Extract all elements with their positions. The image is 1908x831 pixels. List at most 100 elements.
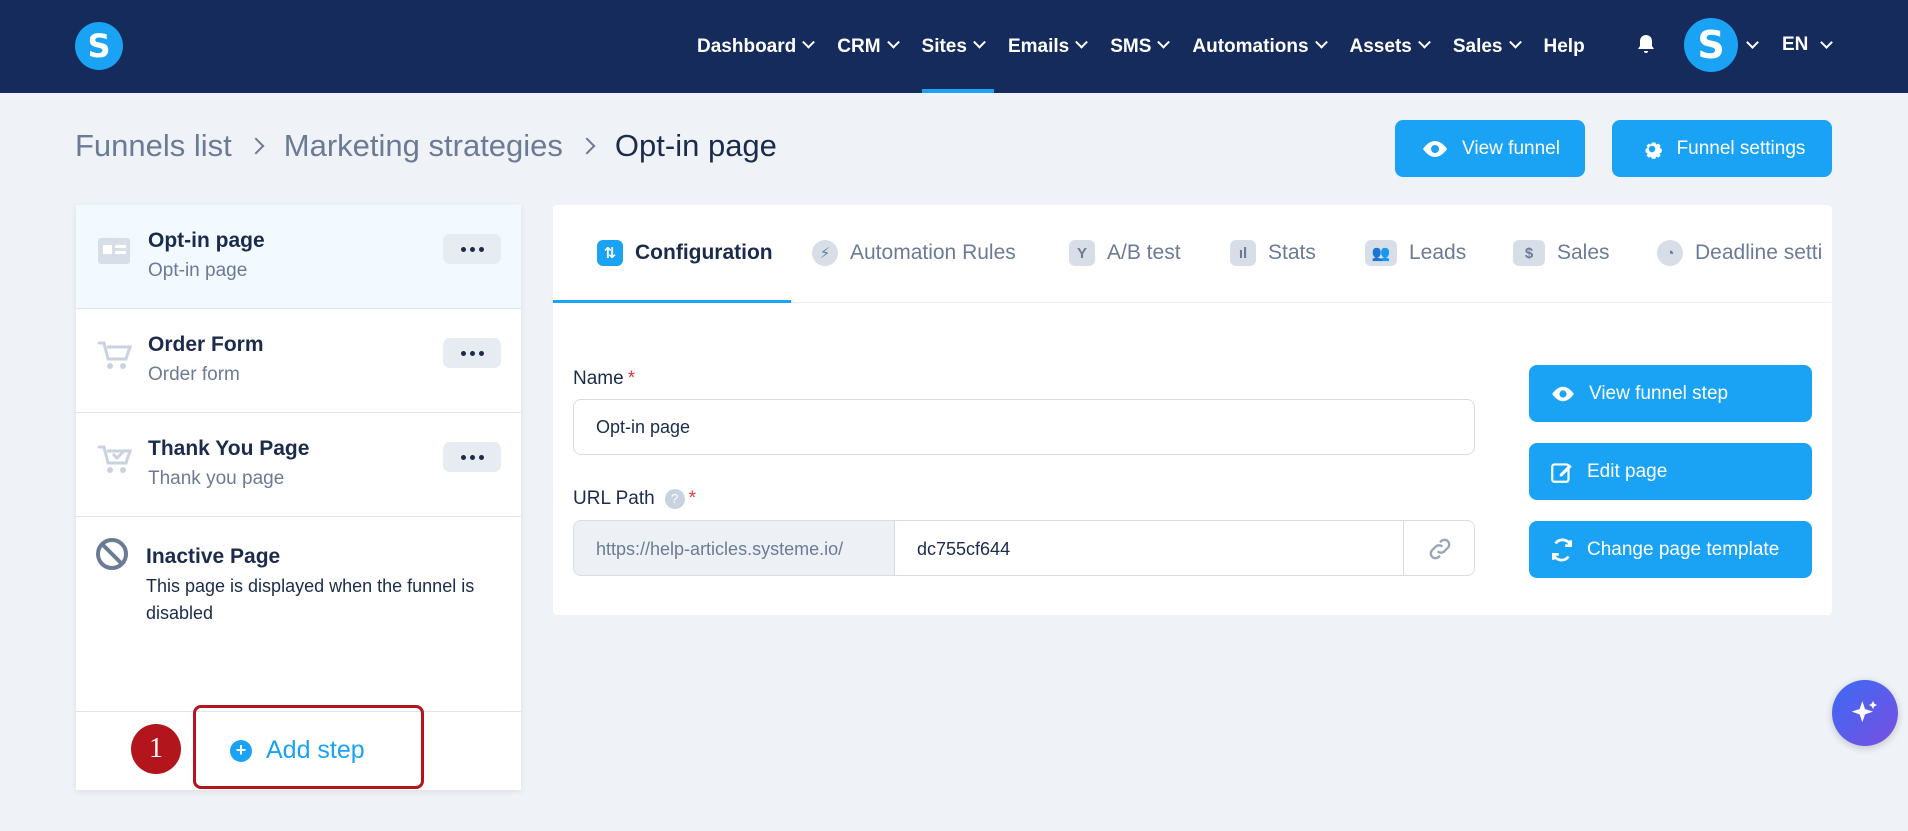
eye-icon: [1423, 140, 1448, 157]
breadcrumb-marketing-strategies[interactable]: Marketing strategies: [284, 128, 563, 164]
bell-icon[interactable]: [1634, 33, 1658, 57]
change-page-template-button[interactable]: Change page template: [1529, 521, 1812, 578]
tab-label: Configuration: [635, 241, 773, 264]
plus-circle-icon: +: [230, 739, 252, 762]
funnel-step-item[interactable]: Order Form Order form: [76, 309, 521, 413]
chevron-down-icon: [1314, 35, 1328, 49]
chevron-down-icon[interactable]: [1820, 36, 1833, 49]
tab-deadline-settings[interactable]: ◔ Deadline setti: [1657, 240, 1822, 266]
nav-help[interactable]: Help: [1544, 0, 1595, 93]
tab-ab-test[interactable]: Y A/B test: [1069, 240, 1181, 266]
nav-dashboard[interactable]: Dashboard: [697, 0, 823, 93]
tab-stats[interactable]: ıl Stats: [1230, 240, 1316, 266]
cart-icon: [98, 341, 132, 369]
chevron-down-icon[interactable]: [1746, 36, 1759, 49]
url-prefix: https://help-articles.systeme.io/: [574, 521, 895, 575]
cart-check-icon: [98, 445, 132, 473]
button-label: Change page template: [1587, 538, 1780, 560]
chevron-down-icon: [1417, 35, 1431, 49]
funnel-step-item[interactable]: Thank You Page Thank you page: [76, 413, 521, 517]
nav-sites[interactable]: Sites: [921, 0, 995, 93]
url-path-field: https://help-articles.systeme.io/ dc755c…: [573, 520, 1475, 576]
nav-sales[interactable]: Sales: [1453, 0, 1530, 93]
more-options-button[interactable]: [443, 442, 501, 472]
breadcrumb-funnels-list[interactable]: Funnels list: [75, 128, 232, 164]
button-label: View funnel step: [1589, 382, 1729, 404]
step-title: Order Form: [148, 333, 264, 356]
chevron-down-icon: [973, 35, 986, 49]
nav-label: Dashboard: [697, 35, 797, 57]
language-selector[interactable]: EN: [1782, 34, 1808, 56]
nav-label: Assets: [1349, 35, 1412, 57]
user-avatar[interactable]: S: [1684, 18, 1738, 72]
name-label: Name *: [573, 368, 636, 389]
step-subtitle: Order form: [148, 364, 240, 385]
name-field[interactable]: Opt-in page: [573, 399, 1475, 455]
view-funnel-button[interactable]: View funnel: [1395, 120, 1585, 177]
funnel-step-item[interactable]: Opt-in page Opt-in page: [76, 205, 521, 309]
step-title: Thank You Page: [148, 437, 310, 460]
eye-icon: [1552, 386, 1574, 401]
add-step-button[interactable]: + Add step: [230, 736, 365, 765]
view-funnel-step-button[interactable]: View funnel step: [1529, 365, 1812, 422]
edit-icon: [1551, 462, 1572, 483]
bar-chart-icon: ıl: [1230, 240, 1256, 266]
button-label: Funnel settings: [1676, 137, 1806, 159]
users-icon: 👥: [1365, 240, 1397, 266]
breadcrumb: Funnels list Marketing strategies Opt-in…: [75, 128, 777, 164]
nav-label: Automations: [1192, 35, 1309, 57]
url-slug-input[interactable]: dc755cf644: [895, 521, 1403, 575]
help-icon[interactable]: ?: [664, 488, 685, 509]
nav-label: Emails: [1007, 35, 1070, 57]
url-path-label: URL Path? *: [573, 488, 697, 509]
tab-bar: ⇅ Configuration ⚡ Automation Rules Y A/B te…: [553, 205, 1832, 303]
tab-label: A/B test: [1107, 241, 1181, 264]
disabled-icon: [96, 538, 128, 570]
systeme-logo[interactable]: S: [75, 22, 123, 70]
edit-page-button[interactable]: Edit page: [1529, 443, 1812, 500]
funnel-settings-button[interactable]: Funnel settings: [1612, 120, 1832, 177]
split-icon: Y: [1069, 240, 1095, 266]
more-options-button[interactable]: [443, 338, 501, 368]
chevron-down-icon: [1157, 35, 1171, 49]
step-config-panel: ⇅ Configuration ⚡ Automation Rules Y A/B te…: [553, 205, 1832, 615]
page-title: Opt-in page: [614, 128, 777, 163]
nav-crm[interactable]: CRM: [837, 0, 907, 93]
clock-icon: ◔: [1657, 240, 1683, 266]
annotation-badge: 1: [131, 724, 181, 774]
tab-label: Stats: [1268, 241, 1316, 264]
chevron-down-icon: [1075, 35, 1089, 49]
nav-label: Sales: [1452, 35, 1503, 57]
button-label: View funnel: [1462, 137, 1560, 159]
tab-sales[interactable]: $ Sales: [1513, 240, 1610, 266]
nav-sms[interactable]: SMS: [1110, 0, 1178, 93]
step-title: Inactive Page: [146, 545, 281, 568]
funnel-steps-panel: Opt-in page Opt-in page Order Form Order…: [76, 205, 521, 790]
tab-automation-rules[interactable]: ⚡ Automation Rules: [812, 240, 1016, 266]
link-icon[interactable]: [1403, 521, 1474, 575]
chevron-right-icon: [247, 137, 265, 155]
inactive-page-step[interactable]: Inactive Page This page is displayed whe…: [76, 517, 521, 713]
more-options-button[interactable]: [443, 234, 501, 264]
step-title: Opt-in page: [148, 229, 265, 252]
page-layout-icon: [98, 238, 130, 264]
tab-label: Sales: [1557, 241, 1610, 264]
nav-label: Help: [1543, 35, 1585, 57]
sliders-icon: ⇅: [597, 240, 623, 266]
tab-label: Leads: [1409, 241, 1467, 264]
nav-assets[interactable]: Assets: [1350, 0, 1439, 93]
nav-label: SMS: [1110, 35, 1152, 57]
step-subtitle: Thank you page: [148, 468, 285, 489]
nav-automations[interactable]: Automations: [1192, 0, 1335, 93]
nav-label: Sites: [921, 35, 967, 57]
button-label: Edit page: [1587, 460, 1668, 482]
nav-emails[interactable]: Emails: [1008, 0, 1096, 93]
tab-leads[interactable]: 👥 Leads: [1365, 240, 1466, 266]
sparkle-icon: [1851, 701, 1877, 723]
main-nav: Dashboard CRM Sites Emails SMS Automatio…: [697, 0, 1609, 93]
ai-assistant-button[interactable]: [1832, 680, 1898, 746]
step-subtitle: Opt-in page: [148, 260, 248, 281]
tab-label: Automation Rules: [850, 241, 1016, 264]
tab-configuration[interactable]: ⇅ Configuration: [597, 240, 773, 266]
chevron-down-icon: [1508, 35, 1522, 49]
